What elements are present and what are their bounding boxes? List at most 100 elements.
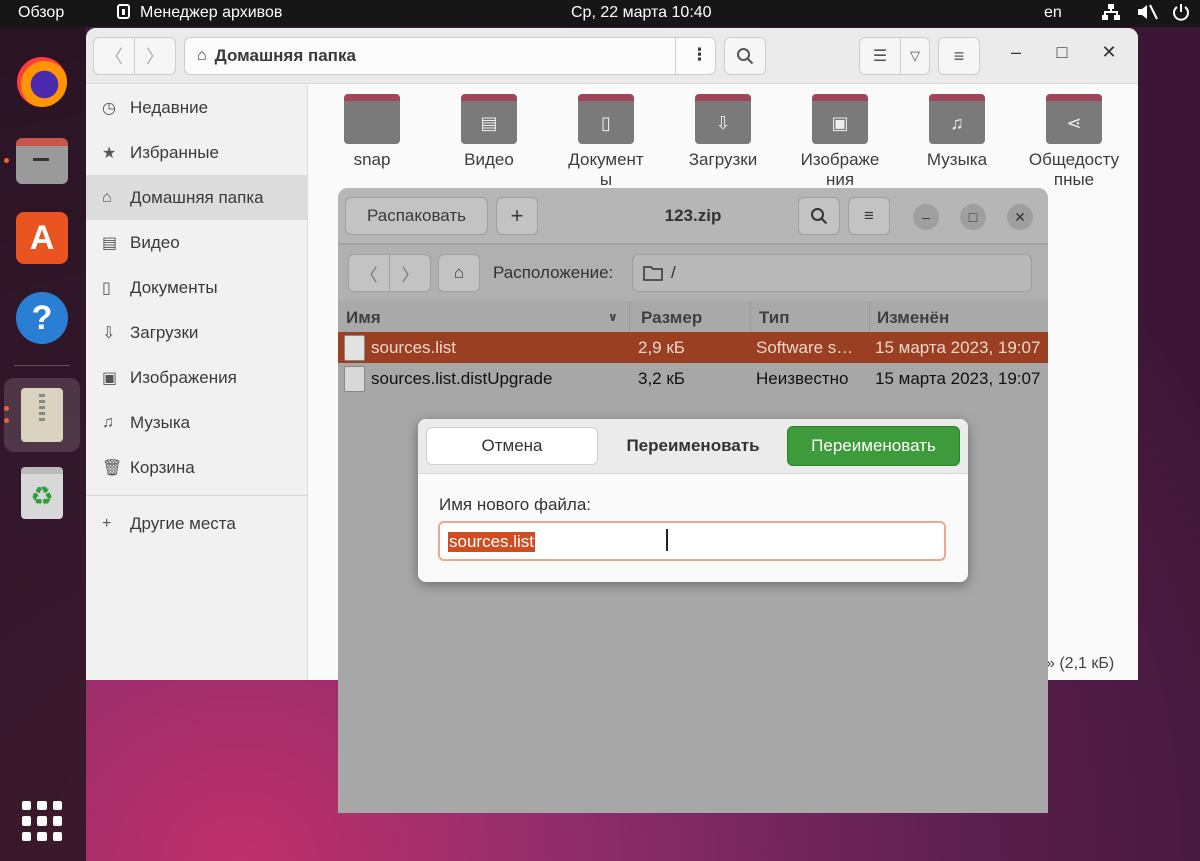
activities-button[interactable]: Обзор xyxy=(18,4,64,22)
path-bar[interactable]: ⌂ Домашняя папка ⋮ xyxy=(184,37,716,75)
sidebar-item-recent[interactable]: ◷ Недавние xyxy=(86,85,308,130)
sidebar-item-label: Корзина xyxy=(130,457,195,477)
row-modified: 15 марта 2023, 19:07 xyxy=(875,338,1041,357)
cancel-button[interactable]: Отмена xyxy=(426,427,598,465)
column-name[interactable]: Имя xyxy=(346,308,381,328)
row-name: sources.list xyxy=(371,338,457,357)
add-files-button[interactable]: + xyxy=(496,197,538,235)
sidebar-item-downloads[interactable]: ⇩ Загрузки xyxy=(86,310,308,355)
minimize-button[interactable]: – xyxy=(913,204,939,230)
folder-downloads[interactable]: ⇩ Загрузки xyxy=(668,94,778,170)
dock: A ? ♻ xyxy=(0,27,86,861)
text-cursor-icon xyxy=(666,529,668,551)
column-type[interactable]: Тип xyxy=(759,308,789,328)
archive-manager-icon xyxy=(21,388,63,442)
folder-music[interactable]: ♫ Музыка xyxy=(902,94,1012,170)
home-icon: ⌂ xyxy=(453,263,465,282)
new-name-value: sources.list xyxy=(448,532,536,552)
chevron-left-icon: 〈 xyxy=(360,265,378,285)
sidebar-item-starred[interactable]: ★ Избранные xyxy=(86,130,308,175)
extract-button[interactable]: Распаковать xyxy=(345,197,488,235)
main-menu-button[interactable]: ≡ xyxy=(938,37,980,75)
app-menu[interactable]: Менеджер архивов xyxy=(117,4,282,22)
plus-icon: + xyxy=(102,514,112,532)
sidebar-item-other-locations[interactable]: + Другие места xyxy=(86,501,308,546)
close-button[interactable]: ✕ xyxy=(1094,42,1124,63)
sidebar-item-home[interactable]: ⌂ Домашняя папка xyxy=(86,175,308,220)
volume-muted-icon[interactable] xyxy=(1136,3,1158,26)
sidebar-item-trash[interactable]: 🗑 Корзина xyxy=(86,445,308,490)
music-icon: ♫ xyxy=(102,413,114,431)
maximize-button[interactable]: □ xyxy=(1047,42,1077,63)
dock-firefox[interactable] xyxy=(14,54,70,110)
recycle-icon: ♻ xyxy=(21,467,63,519)
maximize-button[interactable]: □ xyxy=(960,204,986,230)
binary-file-icon xyxy=(344,366,365,392)
column-size[interactable]: Размер xyxy=(641,308,702,328)
location-field[interactable]: / xyxy=(632,254,1032,292)
back-button[interactable]: 〈 xyxy=(348,254,390,292)
table-row[interactable]: sources.list 2,9 кБ Software s… 15 марта… xyxy=(338,332,1048,363)
power-icon[interactable] xyxy=(1172,3,1190,26)
dock-app-center[interactable]: A xyxy=(14,210,70,266)
view-options-button[interactable]: ▽ xyxy=(900,37,930,75)
search-icon xyxy=(737,48,754,65)
keyboard-layout[interactable]: en xyxy=(1044,4,1062,22)
main-menu-button[interactable]: ≡ xyxy=(848,197,890,235)
home-button[interactable]: ⌂ xyxy=(438,254,480,292)
download-icon: ⇩ xyxy=(102,324,116,342)
search-button[interactable] xyxy=(798,197,840,235)
minimize-button[interactable]: – xyxy=(1001,42,1031,63)
sidebar-item-pictures[interactable]: ▣ Изображения xyxy=(86,355,308,400)
forward-button[interactable]: 〉 xyxy=(134,37,176,75)
clock[interactable]: Ср, 22 марта 10:40 xyxy=(571,4,712,22)
network-icon[interactable] xyxy=(1101,3,1121,26)
folder-documents[interactable]: ▯ Документ ы xyxy=(551,94,661,190)
folder-videos[interactable]: ▤ Видео xyxy=(434,94,544,170)
dialog-header: Отмена Переименовать Переименовать xyxy=(418,419,968,474)
table-row[interactable]: sources.list.distUpgrade 3,2 кБ Неизвест… xyxy=(338,363,1048,394)
sidebar-item-label: Избранные xyxy=(130,142,219,162)
folder-pictures[interactable]: ▣ Изображе ния xyxy=(785,94,895,190)
rename-dialog: Отмена Переименовать Переименовать Имя н… xyxy=(418,419,968,582)
chevron-left-icon: 〈 xyxy=(105,47,123,67)
sidebar-item-label: Загрузки xyxy=(130,322,199,342)
folder-public[interactable]: ⋖ Общедосту пные xyxy=(1019,94,1129,190)
sort-chevron-icon[interactable]: ∨ xyxy=(608,310,618,324)
rename-button[interactable]: Переименовать xyxy=(787,426,960,466)
app-grid-icon xyxy=(22,801,62,841)
running-indicator xyxy=(4,418,9,423)
list-view-icon: ☰ xyxy=(872,48,888,65)
show-apps-button[interactable] xyxy=(14,793,70,849)
running-indicator xyxy=(4,158,9,163)
column-modified[interactable]: Изменён xyxy=(877,308,949,328)
close-button[interactable]: ✕ xyxy=(1007,204,1033,230)
path-menu-icon[interactable]: ⋮ xyxy=(691,45,708,65)
sidebar-item-label: Видео xyxy=(130,232,180,252)
location-label: Расположение: xyxy=(493,263,614,282)
window-title: 123.zip xyxy=(664,206,722,225)
sidebar-item-videos[interactable]: ▤ Видео xyxy=(86,220,308,265)
search-button[interactable] xyxy=(724,37,766,75)
music-folder-icon: ♫ xyxy=(929,94,985,144)
dock-files[interactable] xyxy=(14,133,70,189)
new-name-label: Имя нового файла: xyxy=(439,495,592,514)
path-home[interactable]: Домашняя папка xyxy=(215,46,356,66)
row-size: 3,2 кБ xyxy=(638,369,685,388)
dock-trash[interactable]: ♻ xyxy=(14,465,70,521)
new-name-field[interactable]: sources.list xyxy=(438,521,946,561)
image-icon: ▣ xyxy=(102,369,118,387)
view-list-button[interactable]: ☰ xyxy=(859,37,901,75)
row-type: Неизвестно xyxy=(756,369,849,388)
dock-archive-manager[interactable] xyxy=(14,387,70,443)
row-modified: 15 марта 2023, 19:07 xyxy=(875,369,1041,388)
folder-snap[interactable]: snap xyxy=(317,94,427,170)
forward-button[interactable]: 〉 xyxy=(389,254,431,292)
chevron-right-icon: 〉 xyxy=(146,47,164,67)
sidebar-item-documents[interactable]: ▯ Документы xyxy=(86,265,308,310)
sidebar-item-label: Другие места xyxy=(130,513,236,533)
dock-help[interactable]: ? xyxy=(14,290,70,346)
back-button[interactable]: 〈 xyxy=(93,37,135,75)
video-folder-icon: ▤ xyxy=(461,94,517,144)
sidebar-item-music[interactable]: ♫ Музыка xyxy=(86,400,308,445)
